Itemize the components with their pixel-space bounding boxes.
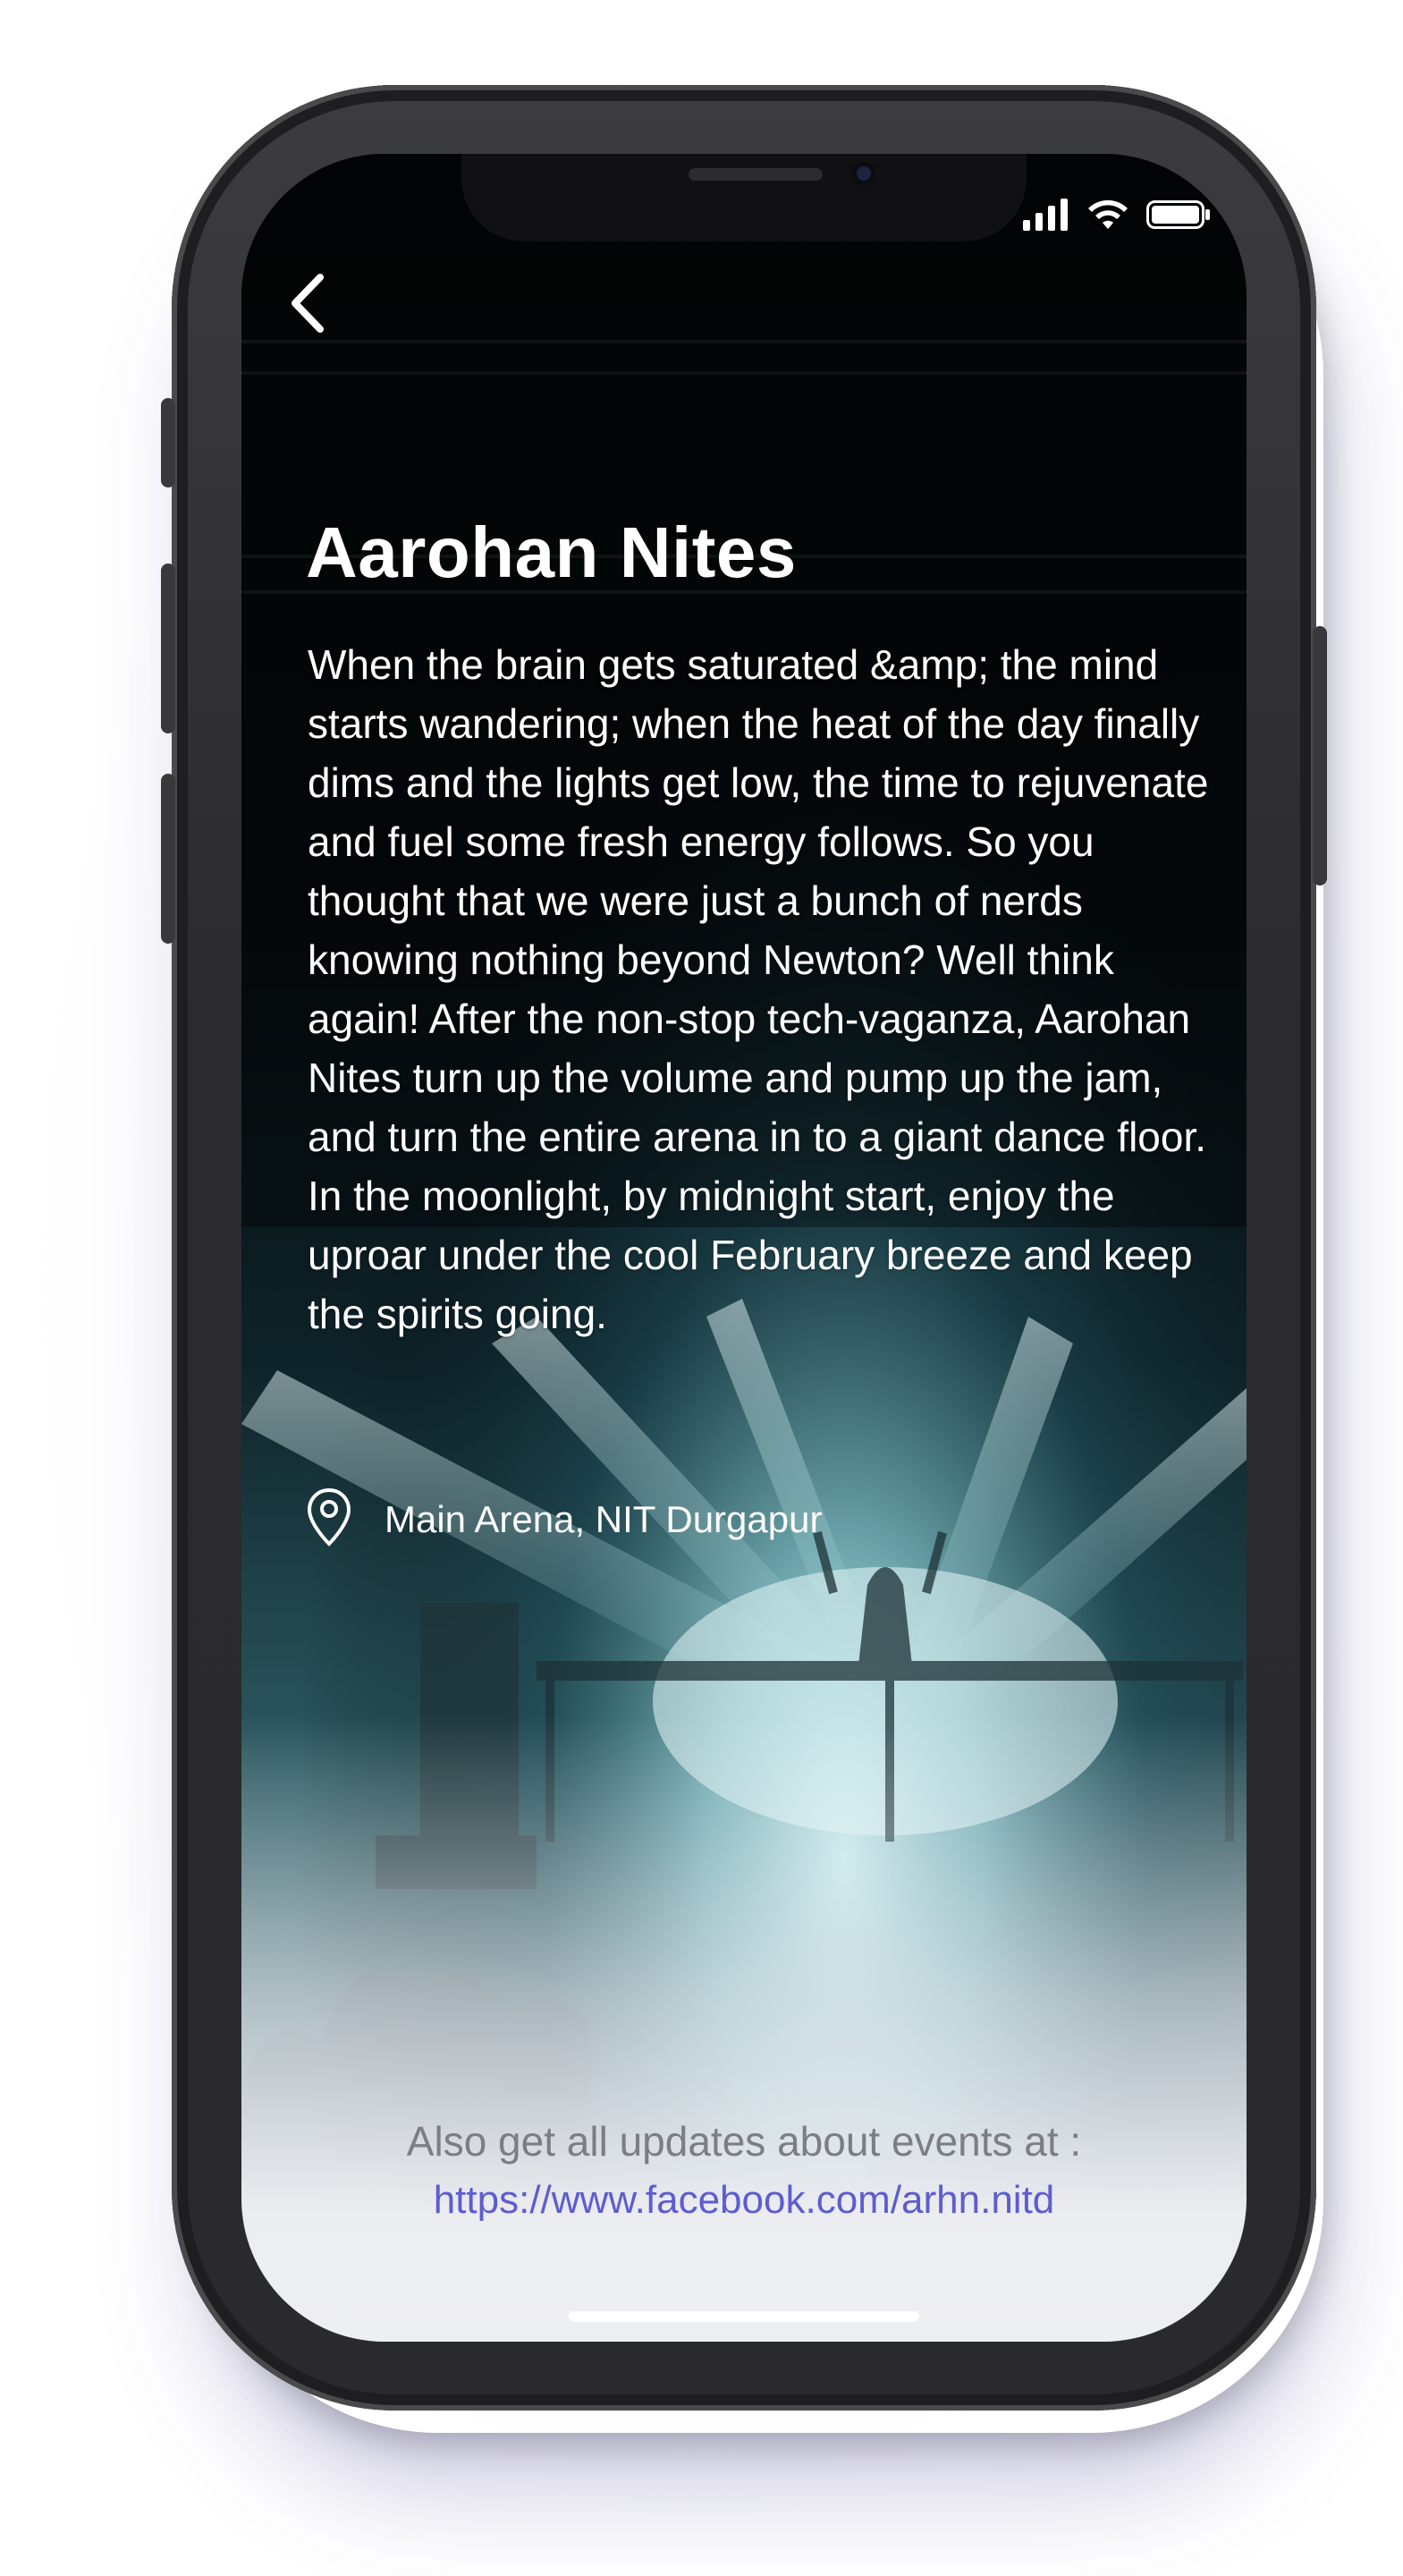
event-location: Main Arena, NIT Durgapur bbox=[306, 1487, 822, 1552]
phone-volume-up bbox=[161, 564, 175, 733]
event-location-label: Main Arena, NIT Durgapur bbox=[385, 1497, 823, 1540]
earpiece-speaker bbox=[689, 168, 823, 181]
mockup-stage: Aarohan Nites When the brain gets satura… bbox=[0, 0, 1403, 2576]
wifi-icon bbox=[1087, 199, 1128, 235]
front-camera bbox=[851, 161, 876, 186]
event-description: When the brain gets saturated &amp; the … bbox=[308, 641, 1209, 1337]
bottom-fade-overlay bbox=[241, 1716, 1247, 2342]
cellular-signal-icon bbox=[1023, 199, 1069, 235]
updates-footer: Also get all updates about events at : h… bbox=[241, 2117, 1247, 2223]
phone-volume-down bbox=[161, 774, 175, 944]
home-indicator[interactable] bbox=[569, 2311, 919, 2322]
status-bar bbox=[1023, 199, 1211, 235]
app-screen: Aarohan Nites When the brain gets satura… bbox=[241, 154, 1247, 2342]
battery-icon bbox=[1146, 199, 1211, 235]
phone-power-button bbox=[1313, 626, 1327, 886]
phone-mute-switch bbox=[161, 398, 175, 487]
facebook-link[interactable]: https://www.facebook.com/arhn.nitd bbox=[434, 2178, 1055, 2223]
device-notch bbox=[461, 154, 1027, 242]
chevron-left-icon bbox=[275, 274, 347, 345]
updates-footer-text: Also get all updates about events at : bbox=[406, 2118, 1082, 2165]
back-button[interactable] bbox=[275, 261, 347, 342]
map-pin-icon bbox=[306, 1487, 352, 1552]
event-title: Aarohan Nites bbox=[306, 513, 797, 592]
